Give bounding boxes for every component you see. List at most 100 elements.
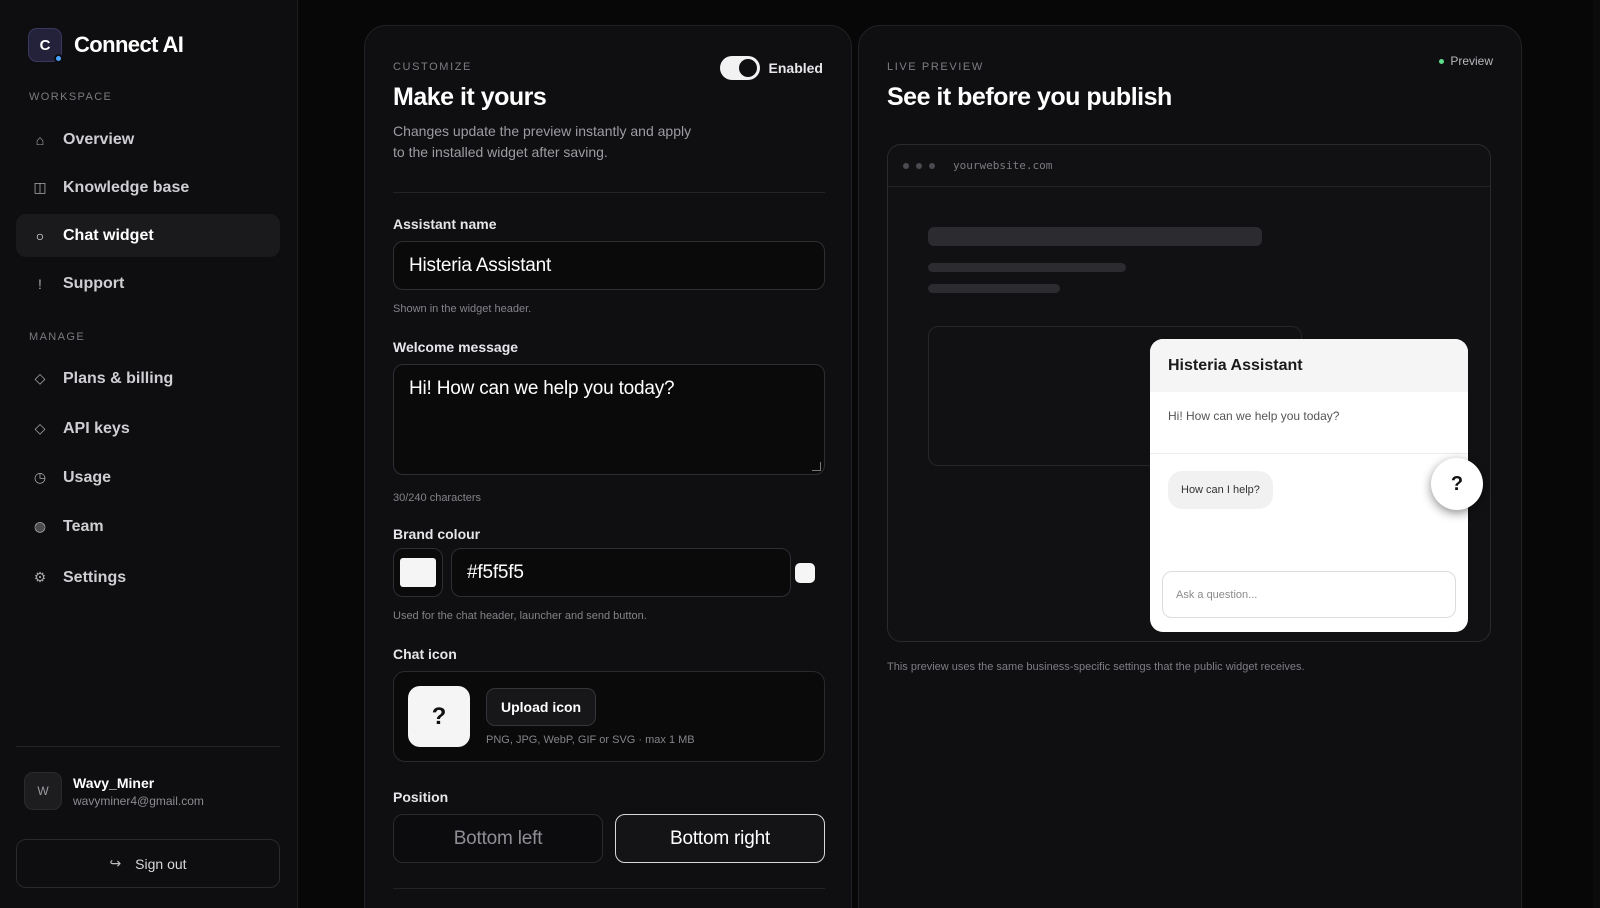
preview-eyebrow: LIVE PREVIEW <box>887 61 984 73</box>
assistant-name-hint: Shown in the widget header. <box>393 303 532 315</box>
chat-icon: ○ <box>35 227 45 244</box>
browser-bar: yourwebsite.com <box>888 145 1490 187</box>
widget-launcher-button[interactable]: ? <box>1431 458 1483 510</box>
sidebar-divider <box>16 746 280 747</box>
user-meta: Wavy_Miner wavyminer4@gmail.com <box>73 775 204 808</box>
sidebar-item-usage[interactable]: ◷ Usage <box>16 456 280 499</box>
position-label: Position <box>393 789 449 805</box>
user-name: Wavy_Miner <box>73 774 155 791</box>
sign-out-button[interactable]: ↪ Sign out <box>16 839 280 888</box>
brand-colour-picker[interactable] <box>393 548 443 597</box>
sidebar-item-label: Support <box>63 274 125 292</box>
welcome-message-value: Hi! How can we help you today? <box>409 378 675 399</box>
brand-logo: C <box>28 28 63 63</box>
window-dot-icon <box>916 162 922 169</box>
sidebar-item-support[interactable]: ! Support <box>16 262 280 305</box>
window-dot-icon <box>929 162 935 169</box>
app-root: C Connect AI WORKSPACE ⌂ Overview ◫ Know… <box>0 0 1600 908</box>
brand-colour-label: Brand colour <box>393 526 481 542</box>
manage-section-label: MANAGE <box>29 331 86 343</box>
resize-handle-icon[interactable] <box>812 462 821 471</box>
sidebar-item-api-keys[interactable]: ◇ API keys <box>16 407 280 450</box>
brand-logo-letter: C <box>39 36 51 54</box>
user-email: wavyminer4@gmail.com <box>73 793 204 808</box>
brand-colour-hint: Used for the chat header, launcher and s… <box>393 610 647 622</box>
sidebar-item-label: Team <box>63 517 104 535</box>
chart-icon: ◷ <box>33 469 47 485</box>
diamond-icon: ◇ <box>34 370 46 386</box>
key-icon: ◇ <box>34 420 46 436</box>
customize-title: Make it yours <box>393 83 547 111</box>
assistant-name-input[interactable]: Histeria Assistant <box>393 241 825 290</box>
divider <box>393 192 825 193</box>
brand-logo-dot <box>54 54 63 63</box>
position-bottom-right-button[interactable]: Bottom right <box>615 814 825 863</box>
team-icon: ◍ <box>33 518 47 534</box>
skeleton-line <box>928 263 1126 272</box>
preview-card: LIVE PREVIEW See it before you publish P… <box>858 25 1522 908</box>
preview-footnote: This preview uses the same business-spec… <box>887 661 1305 673</box>
sign-out-label: Sign out <box>135 855 187 872</box>
home-icon: ⌂ <box>35 131 45 148</box>
customize-card: CUSTOMIZE Make it yours Changes update t… <box>364 25 852 908</box>
chat-widget-preview: Histeria Assistant Hi! How can we help y… <box>1150 339 1468 632</box>
position-bottom-left-button[interactable]: Bottom left <box>393 814 603 863</box>
preview-badge: Preview <box>1439 54 1493 68</box>
upload-icon-hint: PNG, JPG, WebP, GIF or SVG · max 1 MB <box>486 734 695 746</box>
toggle-label: Enabled <box>768 60 823 76</box>
browser-url: yourwebsite.com <box>953 159 1053 172</box>
upload-icon-button[interactable]: Upload icon <box>486 688 597 726</box>
widget-welcome: Hi! How can we help you today? <box>1150 392 1468 454</box>
widget-question-input[interactable]: Ask a question... <box>1162 571 1456 618</box>
sidebar: C Connect AI WORKSPACE ⌂ Overview ◫ Know… <box>0 0 298 908</box>
avatar: W <box>24 772 62 810</box>
sidebar-item-chat-widget[interactable]: ○ Chat widget <box>16 214 280 257</box>
sidebar-item-label: Usage <box>63 468 112 486</box>
alert-icon: ! <box>38 275 42 292</box>
chat-icon-label: Chat icon <box>393 646 457 662</box>
customize-description: Changes update the preview instantly and… <box>393 123 692 160</box>
sidebar-item-plans-billing[interactable]: ◇ Plans & billing <box>16 357 280 400</box>
sidebar-item-label: Plans & billing <box>63 369 174 387</box>
brand-colour-swatch <box>400 558 436 587</box>
preview-badge-label: Preview <box>1450 54 1493 68</box>
sidebar-item-overview[interactable]: ⌂ Overview <box>16 118 280 161</box>
chat-icon-panel: ? Upload icon PNG, JPG, WebP, GIF or SVG… <box>393 671 825 762</box>
brand-name: Connect AI <box>74 32 184 57</box>
brand-colour-hex-input[interactable]: #f5f5f5 <box>451 548 791 597</box>
sidebar-item-label: Settings <box>63 568 127 586</box>
preview-title: See it before you publish <box>887 83 1172 111</box>
window-dot-icon <box>903 162 909 169</box>
welcome-message-input[interactable]: Hi! How can we help you today? <box>393 364 825 475</box>
gear-icon: ⚙ <box>33 569 47 585</box>
skeleton-line <box>928 284 1060 293</box>
browser-mock: yourwebsite.com Histeria Assistant Hi! H… <box>887 144 1491 642</box>
welcome-message-count: 30/240 characters <box>393 492 482 504</box>
assistant-name-label: Assistant name <box>393 216 497 232</box>
welcome-message-label: Welcome message <box>393 339 519 355</box>
enabled-toggle[interactable]: Enabled <box>719 56 823 80</box>
sign-out-icon: ↪ <box>109 855 122 871</box>
customize-eyebrow: CUSTOMIZE <box>393 61 472 73</box>
user-card[interactable]: W Wavy_Miner wavyminer4@gmail.com <box>24 772 204 810</box>
brand-colour-mini-swatch[interactable] <box>795 563 815 583</box>
sidebar-item-team[interactable]: ◍ Team <box>16 505 280 548</box>
sidebar-item-label: API keys <box>63 419 130 437</box>
sidebar-item-label: Overview <box>63 130 135 148</box>
widget-suggestion-chip[interactable]: How can I help? <box>1168 471 1273 509</box>
sidebar-item-knowledge-base[interactable]: ◫ Knowledge base <box>16 166 280 209</box>
toggle-knob <box>738 59 757 77</box>
main-content: CUSTOMIZE Make it yours Changes update t… <box>298 0 1600 908</box>
workspace-section-label: WORKSPACE <box>29 91 113 103</box>
sidebar-item-settings[interactable]: ⚙ Settings <box>16 556 280 599</box>
chat-icon-preview: ? <box>408 686 470 747</box>
skeleton-line <box>928 227 1262 246</box>
sidebar-item-label: Knowledge base <box>63 178 190 196</box>
scrollbar[interactable] <box>1593 0 1600 908</box>
brand[interactable]: C Connect AI <box>28 28 184 63</box>
toggle-switch[interactable] <box>719 56 760 80</box>
widget-header: Histeria Assistant <box>1150 339 1468 392</box>
sidebar-item-label: Chat widget <box>63 226 154 244</box>
divider <box>393 888 825 889</box>
book-icon: ◫ <box>33 179 47 195</box>
